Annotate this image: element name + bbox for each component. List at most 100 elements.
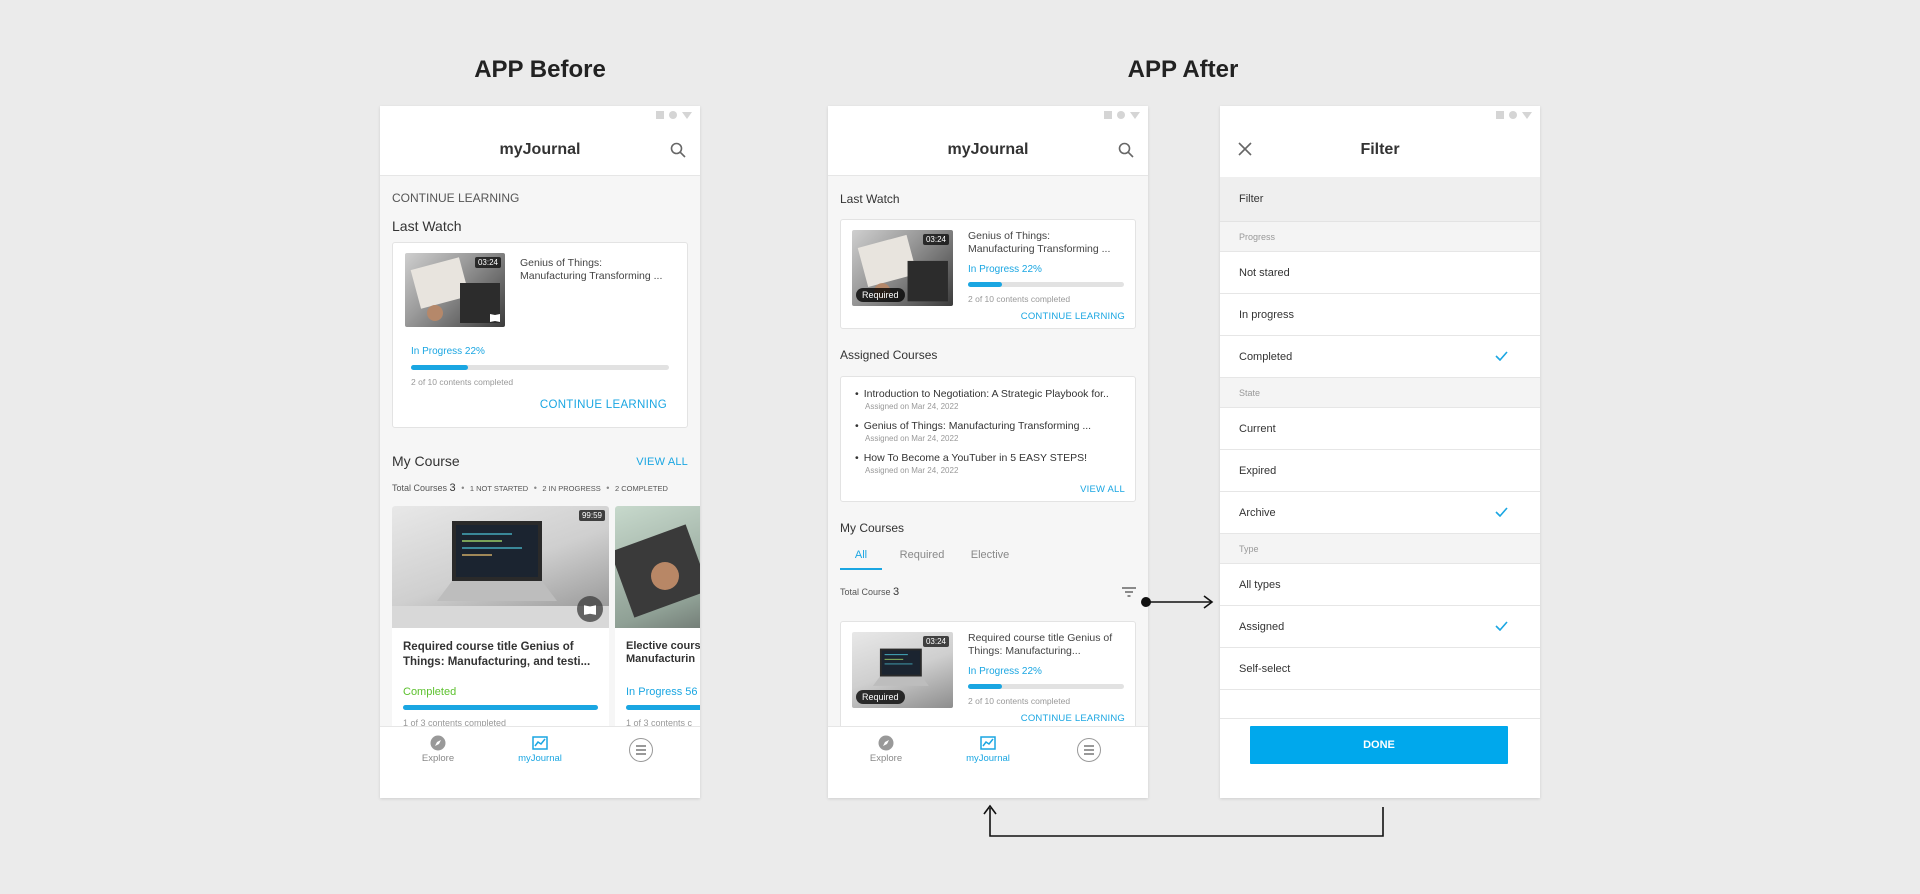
- filter-option-archive[interactable]: Archive: [1220, 492, 1540, 534]
- filter-header: Filter: [1220, 177, 1540, 222]
- continue-learning-link[interactable]: CONTINUE LEARNING: [540, 399, 667, 411]
- course-thumbnail[interactable]: 03:24 Required: [852, 632, 953, 708]
- course-card[interactable]: 03:24 Required Required course title Gen…: [840, 621, 1136, 726]
- progress-text: In Progress 22%: [411, 346, 485, 357]
- filter-option-current[interactable]: Current: [1220, 408, 1540, 450]
- nav-explore[interactable]: Explore: [856, 735, 916, 764]
- course-progress-bar: [626, 705, 700, 710]
- status-bar: [1220, 106, 1540, 124]
- course-progress-bar: [968, 684, 1124, 689]
- course-status: Completed: [403, 686, 457, 698]
- compass-icon: [878, 735, 894, 751]
- contents-completed: 2 of 10 contents completed: [968, 294, 1071, 304]
- last-watch-title: Last Watch: [840, 192, 900, 206]
- stat-in-progress: 2 IN PROGRESS: [542, 484, 601, 493]
- filter-option-completed[interactable]: Completed: [1220, 336, 1540, 378]
- filter-title: Filter: [1360, 141, 1400, 158]
- filter-option-assigned[interactable]: Assigned: [1220, 606, 1540, 648]
- book-icon: [490, 314, 500, 322]
- course-card[interactable]: 99:59 Required course title Genius of Th…: [392, 506, 609, 726]
- app-title: myJournal: [947, 141, 1029, 158]
- nav-myjournal[interactable]: myJournal: [958, 735, 1018, 764]
- nav-myjournal[interactable]: myJournal: [510, 735, 570, 764]
- progress-bar: [411, 365, 669, 370]
- filter-option-self-select[interactable]: Self-select: [1220, 648, 1540, 690]
- course-title: Required course title Genius of Things: …: [403, 641, 591, 668]
- assigned-item[interactable]: • Introduction to Negotiation: A Strategi…: [855, 388, 1109, 411]
- menu-icon[interactable]: [1077, 738, 1101, 762]
- course-thumbnail[interactable]: [615, 506, 700, 628]
- type-section-label: Type: [1220, 534, 1540, 564]
- last-watch-title: Last Watch: [392, 218, 462, 234]
- done-button[interactable]: DONE: [1250, 726, 1508, 764]
- course-status: In Progress 56: [626, 686, 698, 698]
- contents-completed: 2 of 10 contents completed: [411, 377, 514, 387]
- my-courses-title: My Courses: [840, 521, 905, 535]
- close-icon[interactable]: [1238, 142, 1252, 156]
- last-watch-course-title: Genius of Things: Manufacturing Transfor…: [968, 230, 1111, 255]
- filter-option-all-types[interactable]: All types: [1220, 564, 1540, 606]
- course-contents: 2 of 10 contents completed: [968, 696, 1071, 706]
- progress-bar: [968, 282, 1124, 287]
- tab-elective[interactable]: Elective: [962, 546, 1018, 570]
- course-card[interactable]: Elective cours Manufacturin In Progress …: [615, 506, 700, 726]
- last-watch-card[interactable]: 03:24 Required Genius of Things: Manufac…: [840, 219, 1136, 329]
- bottom-nav: Explore myJournal: [828, 726, 1148, 798]
- filter-option-expired[interactable]: Expired: [1220, 450, 1540, 492]
- filter-screen: Filter Filter Progress Not stared In pro…: [1220, 106, 1540, 798]
- journal-chart-icon: [980, 736, 996, 750]
- course-stats: Total Courses 3 • 1 NOT STARTED • 2 IN P…: [392, 482, 668, 494]
- course-contents: 1 of 3 contents c: [626, 718, 693, 726]
- filter-option-in-progress[interactable]: In progress: [1220, 294, 1540, 336]
- video-duration: 03:24: [922, 234, 949, 245]
- assigned-courses-title: Assigned Courses: [840, 348, 938, 362]
- view-all-link[interactable]: VIEW ALL: [636, 456, 688, 468]
- search-icon[interactable]: [670, 142, 686, 158]
- app-bar: myJournal: [828, 124, 1148, 176]
- tab-required[interactable]: Required: [892, 546, 952, 570]
- course-thumbnail[interactable]: 99:59: [392, 506, 609, 628]
- continue-learning-header: CONTINUE LEARNING: [392, 191, 520, 205]
- course-progress-bar: [403, 705, 598, 710]
- bottom-nav: Explore myJournal: [380, 726, 700, 798]
- app-title: myJournal: [499, 141, 581, 158]
- phone-after: myJournal Last Watch 03:24 Required Geni…: [828, 106, 1148, 798]
- video-thumbnail[interactable]: 03:24: [405, 253, 505, 327]
- required-badge: Required: [856, 288, 905, 302]
- continue-learning-link[interactable]: CONTINUE LEARNING: [1021, 713, 1125, 724]
- total-courses-count: 3: [449, 482, 456, 494]
- assigned-item[interactable]: • Genius of Things: Manufacturing Transfo…: [855, 420, 1091, 443]
- video-thumbnail[interactable]: 03:24 Required: [852, 230, 953, 306]
- journal-chart-icon: [532, 736, 548, 750]
- filter-option-not-stared[interactable]: Not stared: [1220, 252, 1540, 294]
- course-progress-text: In Progress 22%: [968, 666, 1042, 677]
- assigned-courses-card: • Introduction to Negotiation: A Strategi…: [840, 376, 1136, 502]
- course-duration: 03:24: [922, 636, 949, 647]
- filter-app-bar: Filter: [1220, 124, 1540, 176]
- heading-app-after: APP After: [1127, 56, 1239, 83]
- course-tabs: All Required Elective: [840, 546, 1136, 570]
- nav-explore[interactable]: Explore: [408, 735, 468, 764]
- total-course-label: Total Course: [840, 587, 891, 597]
- assigned-item[interactable]: • How To Become a YouTuber in 5 EASY STEP…: [855, 452, 1087, 475]
- app-bar: myJournal: [380, 124, 700, 176]
- heading-app-before: APP Before: [474, 56, 606, 83]
- stat-not-started: 1 NOT STARTED: [469, 484, 529, 493]
- status-bar: [828, 106, 1148, 124]
- state-section-label: State: [1220, 378, 1540, 408]
- search-icon[interactable]: [1118, 142, 1134, 158]
- menu-icon[interactable]: [629, 738, 653, 762]
- checkmark-icon: [1495, 507, 1508, 517]
- total-courses-label: Total Courses: [392, 483, 448, 493]
- view-all-link[interactable]: VIEW ALL: [1080, 484, 1125, 495]
- book-icon: [577, 596, 603, 622]
- continue-learning-link[interactable]: CONTINUE LEARNING: [1021, 311, 1125, 322]
- last-watch-card[interactable]: 03:24 Genius of Things: Manufacturing Tr…: [392, 242, 688, 428]
- course-title: Required course title Genius of Things: …: [968, 632, 1113, 657]
- total-course-count: 3: [893, 586, 900, 598]
- stat-completed: 2 COMPLETED: [614, 484, 668, 493]
- course-contents: 1 of 3 contents completed: [403, 718, 507, 726]
- course-title: Elective cours Manufacturin: [626, 640, 700, 665]
- filter-icon[interactable]: [1122, 586, 1136, 598]
- tab-all[interactable]: All: [840, 546, 882, 570]
